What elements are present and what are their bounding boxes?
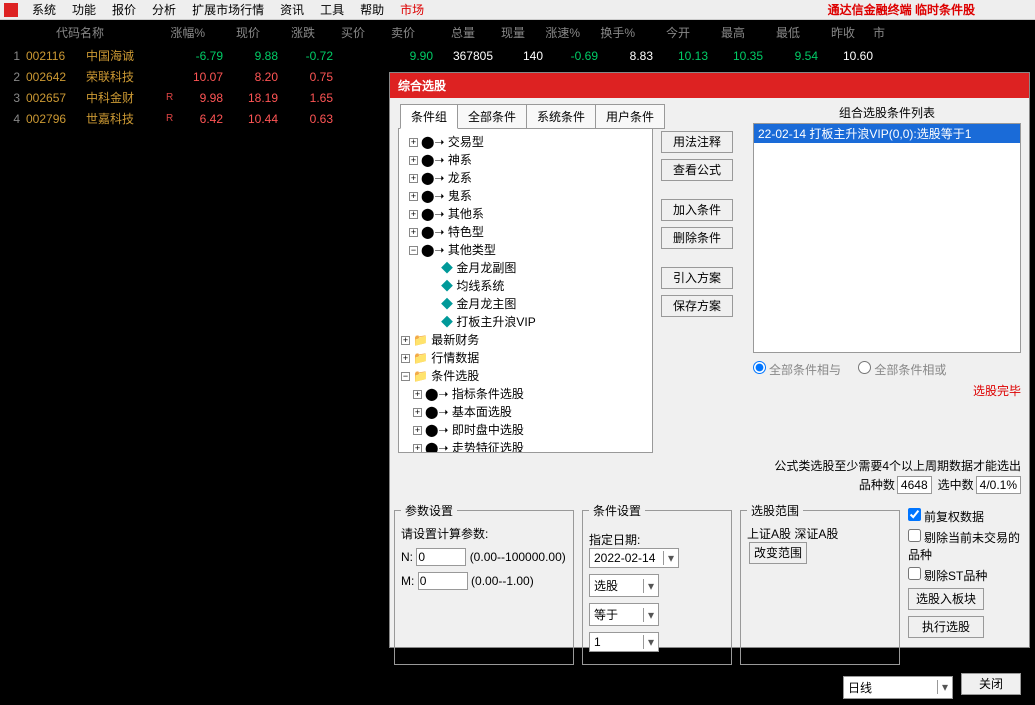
btn-usage[interactable]: 用法注释 [661,131,733,153]
menu-function[interactable]: 功能 [64,0,104,20]
n-input[interactable] [416,548,466,566]
hdr-cur[interactable]: 现量 [475,24,525,41]
app-title: 通达信金融终端 临时条件股 [828,1,975,18]
n-label: N: [401,550,413,564]
btn-del-cond[interactable]: 删除条件 [661,227,733,249]
scope-text: 上证A股 深证A股 [747,527,838,541]
param-prompt: 请设置计算参数: [401,525,567,542]
param-fieldset: 参数设置 请设置计算参数: N: (0.00--100000.00) M: (0… [394,502,574,665]
tab-user[interactable]: 用户条件 [595,104,665,129]
hdr-code[interactable]: 代码 [20,24,80,41]
tab-all[interactable]: 全部条件 [457,104,527,129]
chk-st[interactable]: 剔除ST品种 [908,567,1021,584]
menu-system[interactable]: 系统 [24,0,64,20]
date-picker[interactable]: 2022-02-14▾ [589,548,679,568]
cond-list-item[interactable]: 22-02-14 打板主升浪VIP(0,0):选股等于1 [754,124,1020,143]
scope-legend: 选股范围 [747,502,803,519]
tab-groups[interactable]: 条件组 [400,104,458,129]
hdr-vol[interactable]: 总量 [415,24,475,41]
stock-picker-dialog: 综合选股 条件组 全部条件 系统条件 用户条件 +⬤➝ 交易型+⬤➝ 神系+⬤➝… [389,72,1030,648]
btn-save-plan[interactable]: 保存方案 [661,295,733,317]
menu-extmarket[interactable]: 扩展市场行情 [184,0,272,20]
date-label: 指定日期: [589,533,640,547]
condition-tree[interactable]: +⬤➝ 交易型+⬤➝ 神系+⬤➝ 龙系+⬤➝ 鬼系+⬤➝ 其他系+⬤➝ 特色型−… [398,128,653,453]
sel-op[interactable]: 等于▾ [589,603,659,626]
menu-analysis[interactable]: 分析 [144,0,184,20]
hdr-pc[interactable]: 昨收 [800,24,855,41]
tab-system[interactable]: 系统条件 [526,104,596,129]
cond-list-title: 组合选股条件列表 [753,104,1021,121]
menu-info[interactable]: 资讯 [272,0,312,20]
scope-fieldset: 选股范围 上证A股 深证A股 改变范围 [740,502,900,665]
hdr-hi[interactable]: 最高 [690,24,745,41]
n-range: (0.00--100000.00) [470,550,566,564]
period-label: 选股周期: [784,679,835,696]
hdr-spd[interactable]: 涨速% [525,24,580,41]
m-label: M: [401,574,414,588]
hdr-chg[interactable]: 涨跌 [260,24,315,41]
btn-to-block[interactable]: 选股入板块 [908,588,984,610]
hdr-more[interactable]: 市 [855,24,885,41]
dialog-title: 综合选股 [390,73,1029,98]
hdr-bid[interactable]: 买价 [315,24,365,41]
count-kinds: 4648 [897,476,932,494]
chk-fq[interactable]: 前复权数据 [908,508,1021,525]
condition-tabs: 条件组 全部条件 系统条件 用户条件 [400,104,749,129]
menu-help[interactable]: 帮助 [352,0,392,20]
hdr-name[interactable]: 名称 [80,24,150,41]
chk-nontrade[interactable]: 剔除当前未交易的品种 [908,529,1021,563]
cond-list[interactable]: 22-02-14 打板主升浪VIP(0,0):选股等于1 [753,123,1021,353]
radio-and[interactable]: 全部条件相与 [753,363,841,377]
param-legend: 参数设置 [401,502,457,519]
menu-bar: 系统 功能 报价 分析 扩展市场行情 资讯 工具 帮助 市场 通达信金融终端 临… [0,0,1035,20]
app-logo-icon [4,3,18,17]
menu-quote[interactable]: 报价 [104,0,144,20]
count-kinds-label: 品种数 [859,476,895,494]
sel-val[interactable]: 1▾ [589,632,659,652]
btn-execute[interactable]: 执行选股 [908,616,984,638]
btn-import-plan[interactable]: 引入方案 [661,267,733,289]
cond-fieldset: 条件设置 指定日期: 2022-02-14▾ 选股▾ 等于▾ 1▾ [582,502,732,665]
hdr-open[interactable]: 今开 [635,24,690,41]
btn-close[interactable]: 关闭 [961,673,1021,695]
btn-add-cond[interactable]: 加入条件 [661,199,733,221]
table-row[interactable]: 1002116中国海诚-6.799.88-0.729.90367805140-0… [0,45,1035,66]
hdr-pct[interactable]: 涨幅% [150,24,205,41]
hdr-ask[interactable]: 卖价 [365,24,415,41]
hdr-px[interactable]: 现价 [205,24,260,41]
sel-field[interactable]: 选股▾ [589,574,659,597]
formula-note: 公式类选股至少需要4个以上周期数据才能选出 [390,457,1021,474]
count-hit-label: 选中数 [938,476,974,494]
hdr-turn[interactable]: 换手% [580,24,635,41]
table-headers: 代码 名称 涨幅% 现价 涨跌 买价 卖价 总量 现量 涨速% 换手% 今开 最… [0,20,1035,45]
chevron-down-icon: ▾ [663,551,674,565]
period-select[interactable]: 日线▾ [843,676,953,699]
radio-or[interactable]: 全部条件相或 [858,363,946,377]
cond-legend: 条件设置 [589,502,645,519]
count-hit: 4/0.1% [976,476,1021,494]
menu-market[interactable]: 市场 [392,0,432,20]
m-input[interactable] [418,572,468,590]
menu-tool[interactable]: 工具 [312,0,352,20]
btn-view-formula[interactable]: 查看公式 [661,159,733,181]
m-range: (0.00--1.00) [471,574,534,588]
status-done: 选股完毕 [753,382,1021,399]
btn-change-scope[interactable]: 改变范围 [749,542,807,564]
hdr-lo[interactable]: 最低 [745,24,800,41]
